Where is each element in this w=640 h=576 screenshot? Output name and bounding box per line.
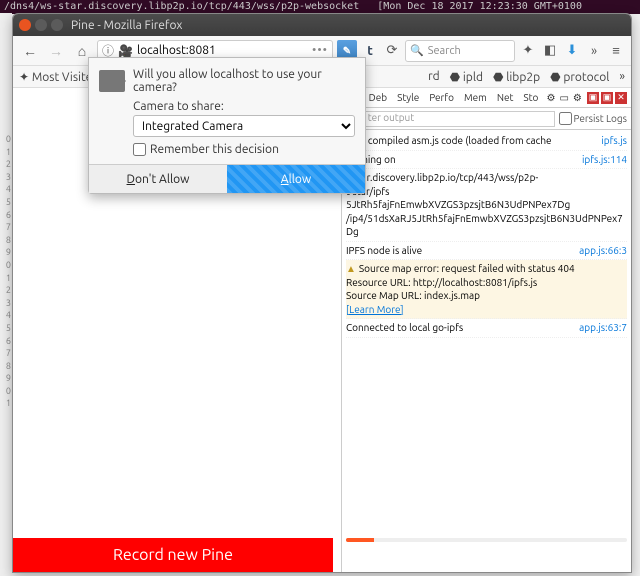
record-new-pine-button[interactable]: Record new Pine (13, 538, 333, 572)
overflow-icon[interactable]: » (585, 40, 603, 62)
camera-indicator-icon[interactable]: 🎥 (118, 44, 133, 58)
devtools-settings-icon[interactable]: ⚙ (573, 92, 582, 104)
devtools-toolbox-options-icon[interactable]: ⚙ (547, 92, 556, 104)
camera-icon (99, 70, 125, 92)
permission-question: Will you allow localhost to use your cam… (133, 68, 355, 94)
camera-permission-popup: Will you allow localhost to use your cam… (88, 57, 366, 194)
background-terminal: /dns4/ws-star.discovery.libp2p.io/tcp/44… (0, 0, 640, 14)
back-button[interactable]: ← (19, 40, 41, 62)
tab-network[interactable]: Net (494, 92, 517, 103)
tab-performance[interactable]: Perfo (426, 92, 457, 103)
bookmarks-overflow-icon[interactable]: » (619, 70, 625, 83)
tab-debugger[interactable]: Deb (366, 92, 390, 103)
remember-decision-checkbox[interactable]: Remember this decision (133, 143, 355, 156)
progress-fill (346, 538, 374, 542)
tab-style[interactable]: Style (394, 92, 422, 103)
url-text: localhost:8081 (137, 44, 216, 57)
devtools-dock-button[interactable]: ▣ (587, 92, 599, 104)
window-close-button[interactable] (19, 19, 31, 31)
console-filter-input[interactable]: ter output (363, 111, 555, 127)
most-visited-button[interactable]: ✦ Most Visite (19, 70, 92, 84)
reload-button[interactable]: ⟳ (383, 40, 401, 62)
window-title: Pine - Mozilla Firefox (71, 19, 182, 32)
page-actions-icon[interactable]: ••• (312, 44, 328, 57)
bookmark-item[interactable]: rd (428, 70, 440, 83)
devtools-tabs: or Deb Style Perfo Mem Net Sto ⚙ ▭ ⚙ ▣ ▣… (342, 88, 631, 108)
window-minimize-button[interactable] (35, 19, 47, 31)
learn-more-link[interactable]: [Learn More] (346, 304, 404, 315)
devtools-panel: or Deb Style Perfo Mem Net Sto ⚙ ▭ ⚙ ▣ ▣… (341, 88, 631, 572)
dont-allow-button[interactable]: Don't Allow (89, 165, 227, 193)
bookmark-item[interactable]: ⬣ protocol (550, 70, 609, 84)
devtools-framelist-icon[interactable]: ▭ (559, 92, 568, 104)
allow-button[interactable]: Allow (227, 165, 365, 193)
bookmark-item[interactable]: ⬣ libp2p (493, 70, 540, 84)
devtools-close-button[interactable]: ✕ (615, 92, 627, 104)
window-maximize-button[interactable] (51, 19, 63, 31)
tab-memory[interactable]: Mem (461, 92, 490, 103)
downloads-icon[interactable]: ⬇ (563, 40, 581, 62)
forward-button[interactable]: → (45, 40, 67, 62)
bookmark-item[interactable]: ⬣ ipld (450, 70, 483, 84)
progress-bar (346, 538, 627, 542)
addons-icon[interactable]: ✦ (519, 40, 537, 62)
devtools-undock-button[interactable]: ▣ (601, 92, 613, 104)
camera-select[interactable]: Integrated Camera (133, 115, 355, 137)
persist-logs-checkbox[interactable]: Persist Logs (559, 112, 627, 125)
search-icon: 🔍 (410, 44, 424, 57)
tab-storage[interactable]: Sto (520, 92, 541, 103)
console-output: fully compiled asm.js code (loaded from … (342, 130, 631, 572)
sidebar-icon[interactable]: ◧ (541, 40, 559, 62)
search-bar[interactable]: 🔍 Search (405, 40, 515, 62)
console-toolbar: 🗑 ter output Persist Logs (342, 108, 631, 130)
editor-gutter: 0123456789012345678901 (0, 13, 12, 576)
window-titlebar: Pine - Mozilla Firefox (13, 14, 631, 36)
menu-icon[interactable]: ≡ (607, 40, 625, 62)
window-controls (19, 19, 63, 31)
search-placeholder: Search (428, 45, 461, 57)
camera-share-label: Camera to share: (133, 100, 355, 113)
